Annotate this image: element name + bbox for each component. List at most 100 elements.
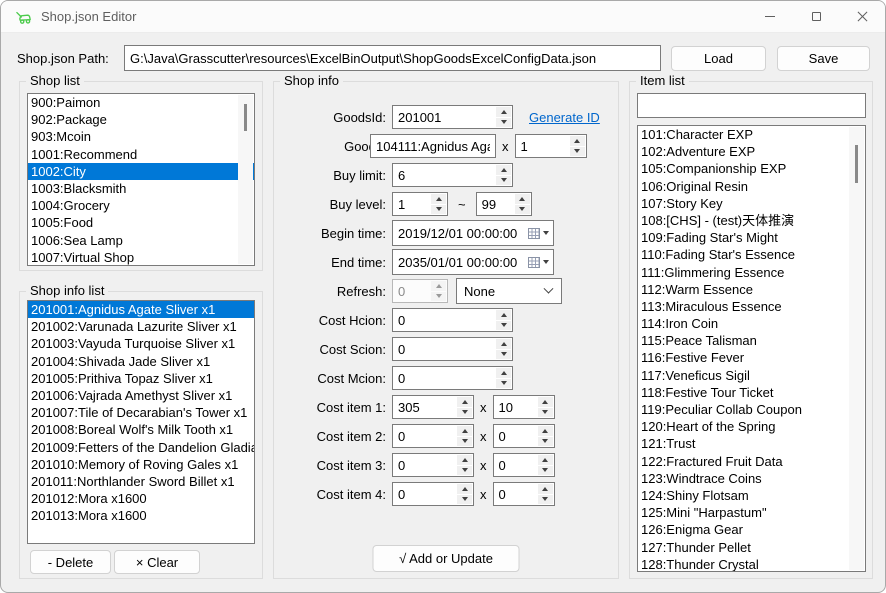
end-time-picker[interactable] bbox=[392, 249, 554, 275]
goods-count-spinner[interactable] bbox=[515, 134, 587, 158]
spin-down-button[interactable] bbox=[538, 466, 553, 476]
cost-item-1-count-spinner[interactable] bbox=[493, 395, 555, 419]
begin-time-picker[interactable] bbox=[392, 220, 554, 246]
list-item[interactable]: 108:[CHS] - (test)天体推演 bbox=[638, 212, 865, 229]
list-item[interactable]: 128:Thunder Crystal bbox=[638, 556, 865, 572]
list-item[interactable]: 1003:Blacksmith bbox=[28, 180, 254, 197]
list-item[interactable]: 1006:Sea Lamp bbox=[28, 232, 254, 249]
calendar-icon[interactable] bbox=[528, 228, 540, 239]
list-item[interactable]: 120:Heart of the Spring bbox=[638, 418, 865, 435]
generate-id-link[interactable]: Generate ID bbox=[529, 110, 600, 125]
list-item[interactable]: 116:Festive Fever bbox=[638, 349, 865, 366]
list-item[interactable]: 201006:Vajrada Amethyst Sliver x1 bbox=[28, 387, 254, 404]
cost-item-1-id-input[interactable] bbox=[393, 396, 457, 418]
begin-time-input[interactable] bbox=[398, 226, 528, 241]
cost-scion-input[interactable] bbox=[393, 338, 496, 360]
list-item[interactable]: 121:Trust bbox=[638, 435, 865, 452]
list-item[interactable]: 201001:Agnidus Agate Sliver x1 bbox=[28, 301, 254, 318]
list-item[interactable]: 903:Mcoin bbox=[28, 128, 254, 145]
shop-info-list[interactable]: 201001:Agnidus Agate Sliver x1201002:Var… bbox=[27, 300, 255, 544]
cost-item-2-count-spinner[interactable] bbox=[493, 424, 555, 448]
spin-down-button[interactable] bbox=[431, 205, 446, 215]
spin-down-button[interactable] bbox=[538, 437, 553, 447]
spin-down-button[interactable] bbox=[457, 408, 472, 418]
list-item[interactable]: 117:Veneficus Sigil bbox=[638, 367, 865, 384]
cost-item-4-count-spinner[interactable] bbox=[493, 482, 555, 506]
cost-item-2-id-spinner[interactable] bbox=[392, 424, 474, 448]
spin-up-button[interactable] bbox=[496, 310, 511, 320]
list-item[interactable]: 119:Peculiar Collab Coupon bbox=[638, 401, 865, 418]
cost-item-1-id-spinner[interactable] bbox=[392, 395, 474, 419]
cost-item-1-count-input[interactable] bbox=[494, 396, 538, 418]
list-item[interactable]: 106:Original Resin bbox=[638, 178, 865, 195]
load-button[interactable]: Load bbox=[671, 46, 766, 71]
list-item[interactable]: 1002:City bbox=[28, 163, 254, 180]
spin-up-button[interactable] bbox=[496, 107, 511, 117]
list-item[interactable]: 126:Enigma Gear bbox=[638, 521, 865, 538]
list-item[interactable]: 201005:Prithiva Topaz Sliver x1 bbox=[28, 370, 254, 387]
buy-level-min-input[interactable] bbox=[393, 193, 431, 215]
buy-limit-spinner[interactable] bbox=[392, 163, 513, 187]
list-item[interactable]: 201003:Vayuda Turquoise Sliver x1 bbox=[28, 335, 254, 352]
cost-mcion-input[interactable] bbox=[393, 367, 496, 389]
spin-down-button[interactable] bbox=[496, 321, 511, 331]
datetime-dropdown-icon[interactable] bbox=[543, 260, 549, 264]
spin-up-button[interactable] bbox=[431, 194, 446, 204]
shop-list[interactable]: 900:Paimon902:Package903:Mcoin1001:Recom… bbox=[27, 93, 255, 266]
buy-level-min-spinner[interactable] bbox=[392, 192, 448, 216]
spin-down-button[interactable] bbox=[457, 437, 472, 447]
clear-button[interactable]: × Clear bbox=[114, 550, 200, 574]
spin-down-button[interactable] bbox=[496, 350, 511, 360]
cost-item-3-count-input[interactable] bbox=[494, 454, 538, 476]
list-item[interactable]: 201012:Mora x1600 bbox=[28, 490, 254, 507]
list-item[interactable]: 125:Mini "Harpastum" bbox=[638, 504, 865, 521]
list-item[interactable]: 1005:Food bbox=[28, 214, 254, 231]
spin-up-button[interactable] bbox=[538, 484, 553, 494]
list-item[interactable]: 111:Glimmering Essence bbox=[638, 264, 865, 281]
shop-json-path-input[interactable] bbox=[124, 45, 661, 71]
list-item[interactable]: 107:Story Key bbox=[638, 195, 865, 212]
list-item[interactable]: 1007:Virtual Shop bbox=[28, 249, 254, 266]
spin-up-button[interactable] bbox=[538, 426, 553, 436]
item-search-input[interactable] bbox=[637, 93, 866, 118]
buy-level-max-spinner[interactable] bbox=[476, 192, 532, 216]
cost-mcion-spinner[interactable] bbox=[392, 366, 513, 390]
list-item[interactable]: 124:Shiny Flotsam bbox=[638, 487, 865, 504]
cost-item-2-id-input[interactable] bbox=[393, 425, 457, 447]
spin-up-button[interactable] bbox=[457, 455, 472, 465]
list-item[interactable]: 201011:Northlander Sword Billet x1 bbox=[28, 473, 254, 490]
goodsid-spinner[interactable] bbox=[392, 105, 513, 129]
buy-level-max-input[interactable] bbox=[477, 193, 515, 215]
shop-list-scrollbar[interactable] bbox=[238, 95, 253, 264]
spin-up-button[interactable] bbox=[496, 339, 511, 349]
cost-item-4-id-input[interactable] bbox=[393, 483, 457, 505]
maximize-button[interactable] bbox=[793, 1, 839, 32]
spin-down-button[interactable] bbox=[457, 495, 472, 505]
list-item[interactable]: 109:Fading Star's Might bbox=[638, 229, 865, 246]
scrollbar-thumb[interactable] bbox=[855, 145, 858, 183]
goodsid-input[interactable] bbox=[393, 106, 496, 128]
spin-up-button[interactable] bbox=[538, 455, 553, 465]
spin-down-button[interactable] bbox=[496, 176, 511, 186]
datetime-dropdown-icon[interactable] bbox=[543, 231, 549, 235]
cost-hcion-input[interactable] bbox=[393, 309, 496, 331]
end-time-input[interactable] bbox=[398, 255, 528, 270]
refresh-mode-combobox[interactable]: None bbox=[456, 278, 562, 304]
spin-up-button[interactable] bbox=[457, 484, 472, 494]
spin-up-button[interactable] bbox=[538, 397, 553, 407]
spin-down-button[interactable] bbox=[570, 147, 585, 157]
cost-item-4-count-input[interactable] bbox=[494, 483, 538, 505]
list-item[interactable]: 201002:Varunada Lazurite Sliver x1 bbox=[28, 318, 254, 335]
item-list-scrollbar[interactable] bbox=[849, 127, 864, 570]
list-item[interactable]: 123:Windtrace Coins bbox=[638, 470, 865, 487]
list-item[interactable]: 201010:Memory of Roving Gales x1 bbox=[28, 456, 254, 473]
spin-up-button[interactable] bbox=[457, 397, 472, 407]
spin-down-button[interactable] bbox=[515, 205, 530, 215]
spin-down-button[interactable] bbox=[538, 495, 553, 505]
delete-button[interactable]: - Delete bbox=[30, 550, 111, 574]
list-item[interactable]: 112:Warm Essence bbox=[638, 281, 865, 298]
list-item[interactable]: 201004:Shivada Jade Sliver x1 bbox=[28, 353, 254, 370]
goods-count-input[interactable] bbox=[516, 135, 570, 157]
cost-item-2-count-input[interactable] bbox=[494, 425, 538, 447]
list-item[interactable]: 101:Character EXP bbox=[638, 126, 865, 143]
